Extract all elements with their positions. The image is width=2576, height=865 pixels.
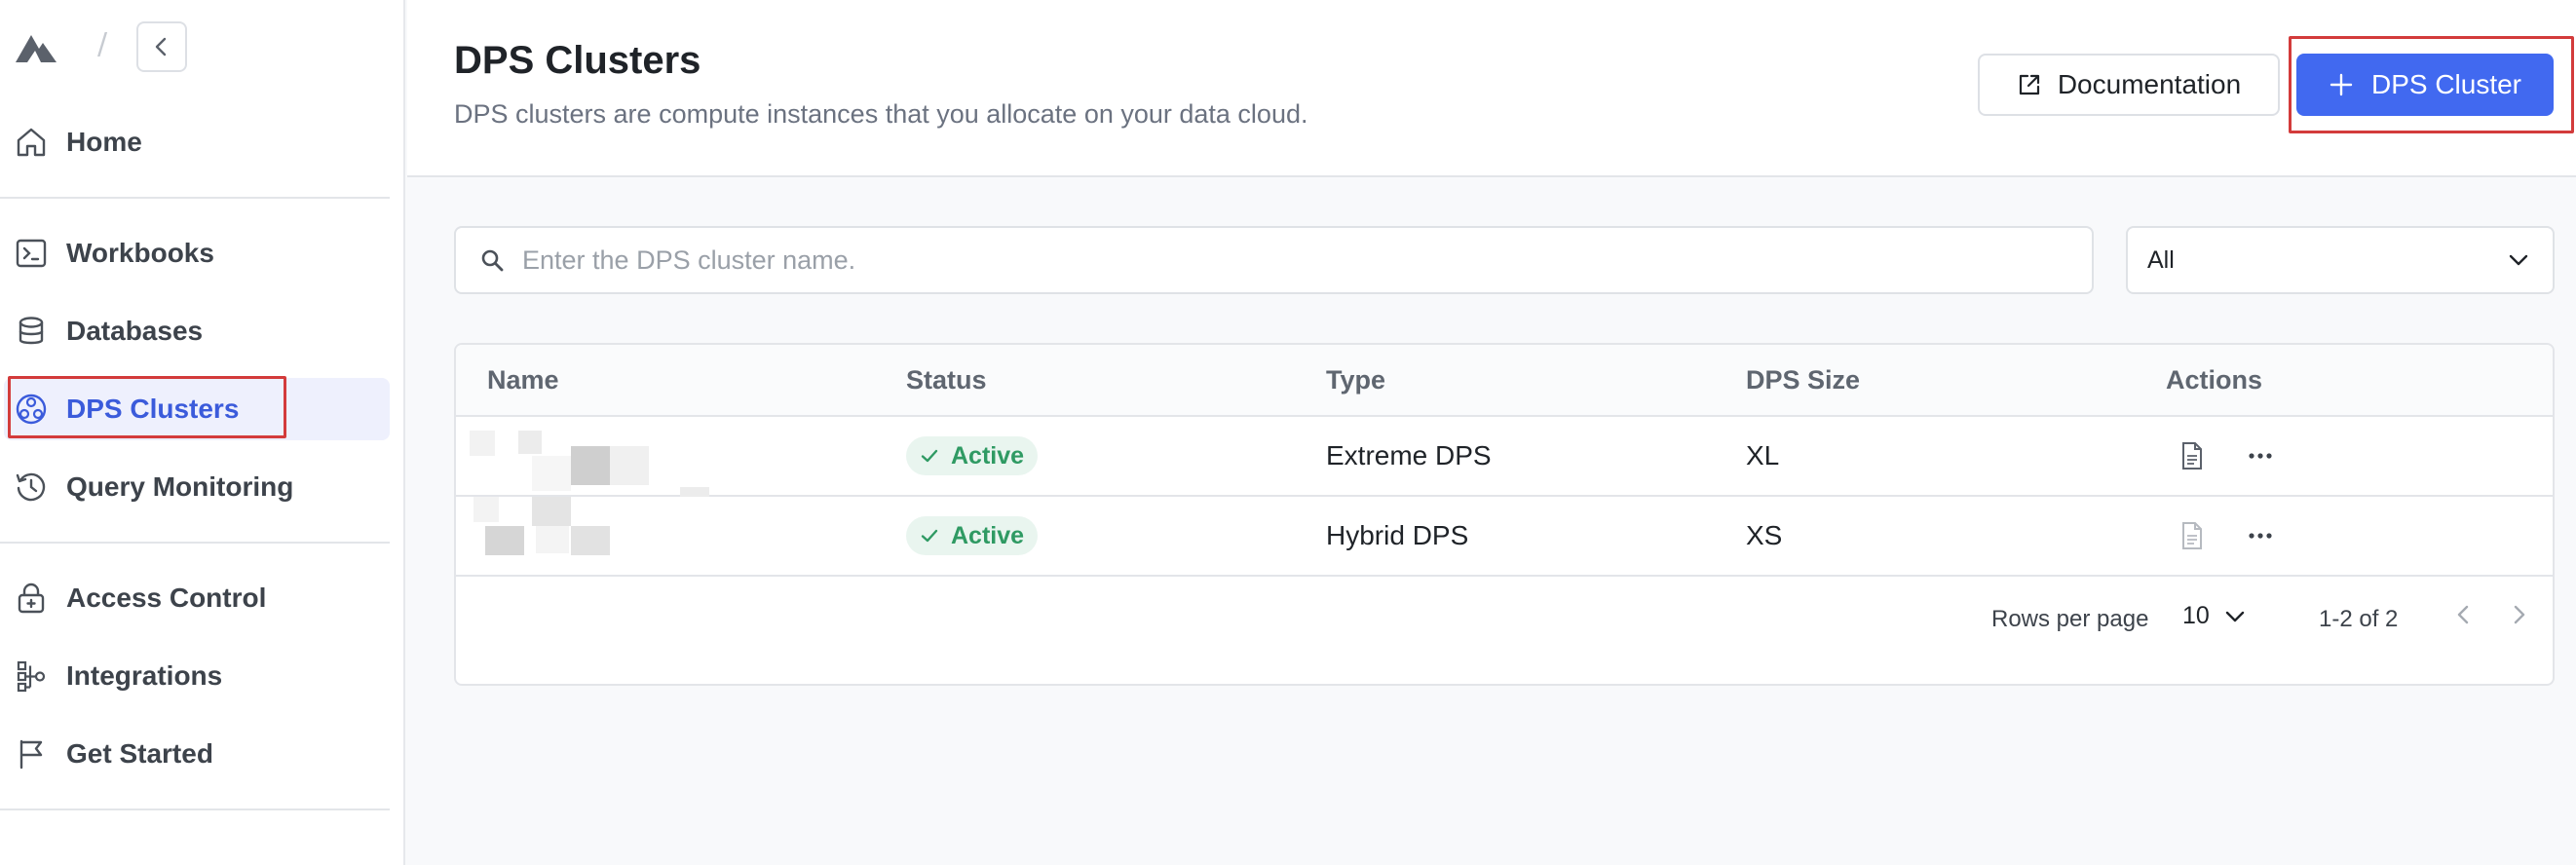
sidebar-item-integrations[interactable]: Integrations: [0, 645, 390, 707]
check-icon: [921, 449, 938, 463]
plus-icon: [2330, 73, 2353, 96]
terminal-icon: [14, 236, 49, 271]
status-cell: Active: [906, 417, 1039, 495]
table-header-row: Name Status Type DPS Size Actions: [456, 345, 2553, 417]
document-icon: [2182, 522, 2202, 549]
dps-size-cell: XL: [1746, 440, 1780, 470]
sidebar-item-dps-clusters[interactable]: DPS Clusters: [4, 378, 390, 440]
column-header-actions: Actions: [2166, 364, 2263, 395]
sidebar: / Home Workbooks Databases DPS Clusters …: [0, 0, 405, 865]
rows-per-page-label: Rows per page: [1991, 606, 2149, 632]
column-header-type[interactable]: Type: [1326, 345, 1385, 415]
previous-page-icon[interactable]: [2451, 602, 2477, 627]
history-icon: [14, 470, 49, 505]
status-badge: Active: [906, 516, 1039, 555]
status-cell: Active: [906, 497, 1039, 575]
documentation-button-label: Documentation: [2057, 69, 2242, 99]
home-icon: [14, 125, 49, 160]
clusters-table: Name Status Type DPS Size Actions Active: [454, 343, 2555, 686]
more-options-icon[interactable]: [2248, 523, 2273, 548]
sidebar-item-databases[interactable]: Databases: [0, 300, 390, 362]
actions-cell: [2166, 417, 2273, 495]
documentation-button[interactable]: Documentation: [1978, 54, 2280, 116]
page-subtitle: DPS clusters are compute instances that …: [454, 99, 1308, 129]
dps-size-cell: XS: [1746, 520, 1783, 550]
add-dps-cluster-label: DPS Cluster: [2370, 69, 2522, 99]
sidebar-item-access-control[interactable]: Access Control: [0, 567, 390, 629]
redacted-cluster-name: [464, 497, 717, 577]
app-root: / Home Workbooks Databases DPS Clusters …: [0, 0, 2576, 865]
type-cell: Hybrid DPS: [1326, 520, 1469, 550]
next-page-icon[interactable]: [2506, 602, 2531, 627]
database-icon: [14, 314, 49, 349]
document-icon[interactable]: [2179, 441, 2205, 470]
check-icon: [921, 529, 938, 543]
sidebar-item-home[interactable]: Home: [0, 111, 390, 173]
sidebar-item-label: Home: [66, 127, 142, 157]
sidebar-item-label: Databases: [66, 316, 204, 346]
table-row[interactable]: Active Extreme DPS XL: [456, 417, 2553, 497]
search-icon: [481, 249, 504, 272]
sidebar-item-label: Get Started: [66, 738, 213, 769]
page-header: DPS Clusters DPS clusters are compute in…: [407, 0, 2576, 177]
redacted-cluster-name: [464, 417, 717, 497]
breadcrumb-separator: /: [97, 27, 108, 61]
more-options-icon[interactable]: [2248, 443, 2273, 469]
add-dps-cluster-button[interactable]: DPS Cluster: [2296, 54, 2554, 116]
status-badge: Active: [906, 436, 1039, 475]
type-cell: Extreme DPS: [1326, 440, 1492, 470]
flag-icon: [14, 736, 49, 771]
external-link-icon: [2019, 74, 2039, 95]
sidebar-divider: [0, 809, 390, 810]
sidebar-divider: [0, 542, 390, 544]
collapse-sidebar-button[interactable]: [136, 21, 187, 72]
integrations-icon: [14, 658, 49, 694]
column-header-dps-size[interactable]: DPS Size: [1746, 345, 1860, 415]
status-badge-label: Active: [951, 441, 1025, 470]
chevron-left-icon: [155, 37, 167, 56]
table-row[interactable]: Active Hybrid DPS XS: [456, 497, 2553, 577]
column-header-name[interactable]: Name: [487, 345, 559, 415]
cluster-search-box[interactable]: [454, 226, 2094, 294]
chevron-down-icon: [2509, 254, 2528, 266]
rows-per-page-select[interactable]: 10: [2182, 602, 2247, 630]
sidebar-item-label: Query Monitoring: [66, 471, 294, 502]
pagination-range: 1-2 of 2: [2319, 606, 2399, 632]
sidebar-item-query-monitoring[interactable]: Query Monitoring: [0, 456, 390, 518]
sidebar-item-label: DPS Clusters: [66, 394, 240, 424]
sidebar-item-get-started[interactable]: Get Started: [0, 723, 390, 785]
sidebar-item-label: Integrations: [66, 660, 223, 691]
pagination: Rows per page 10 1-2 of 2: [456, 577, 2553, 664]
cluster-search-input[interactable]: [522, 244, 2042, 276]
sidebar-item-label: Workbooks: [66, 238, 214, 268]
cluster-icon: [14, 392, 49, 427]
rows-per-page-value: 10: [2182, 602, 2210, 629]
status-filter-select[interactable]: All: [2126, 226, 2555, 294]
page-title: DPS Clusters: [454, 39, 701, 82]
actions-cell: [2166, 497, 2273, 575]
column-header-status[interactable]: Status: [906, 345, 987, 415]
lock-icon: [14, 581, 49, 616]
sidebar-divider: [0, 197, 390, 199]
logo-icon[interactable]: [14, 29, 58, 66]
sidebar-item-label: Access Control: [66, 583, 267, 613]
status-filter-value: All: [2147, 245, 2175, 274]
brand-row: /: [12, 21, 401, 72]
chevron-down-icon: [2225, 611, 2245, 621]
sidebar-item-workbooks[interactable]: Workbooks: [0, 222, 390, 284]
status-badge-label: Active: [951, 521, 1025, 549]
